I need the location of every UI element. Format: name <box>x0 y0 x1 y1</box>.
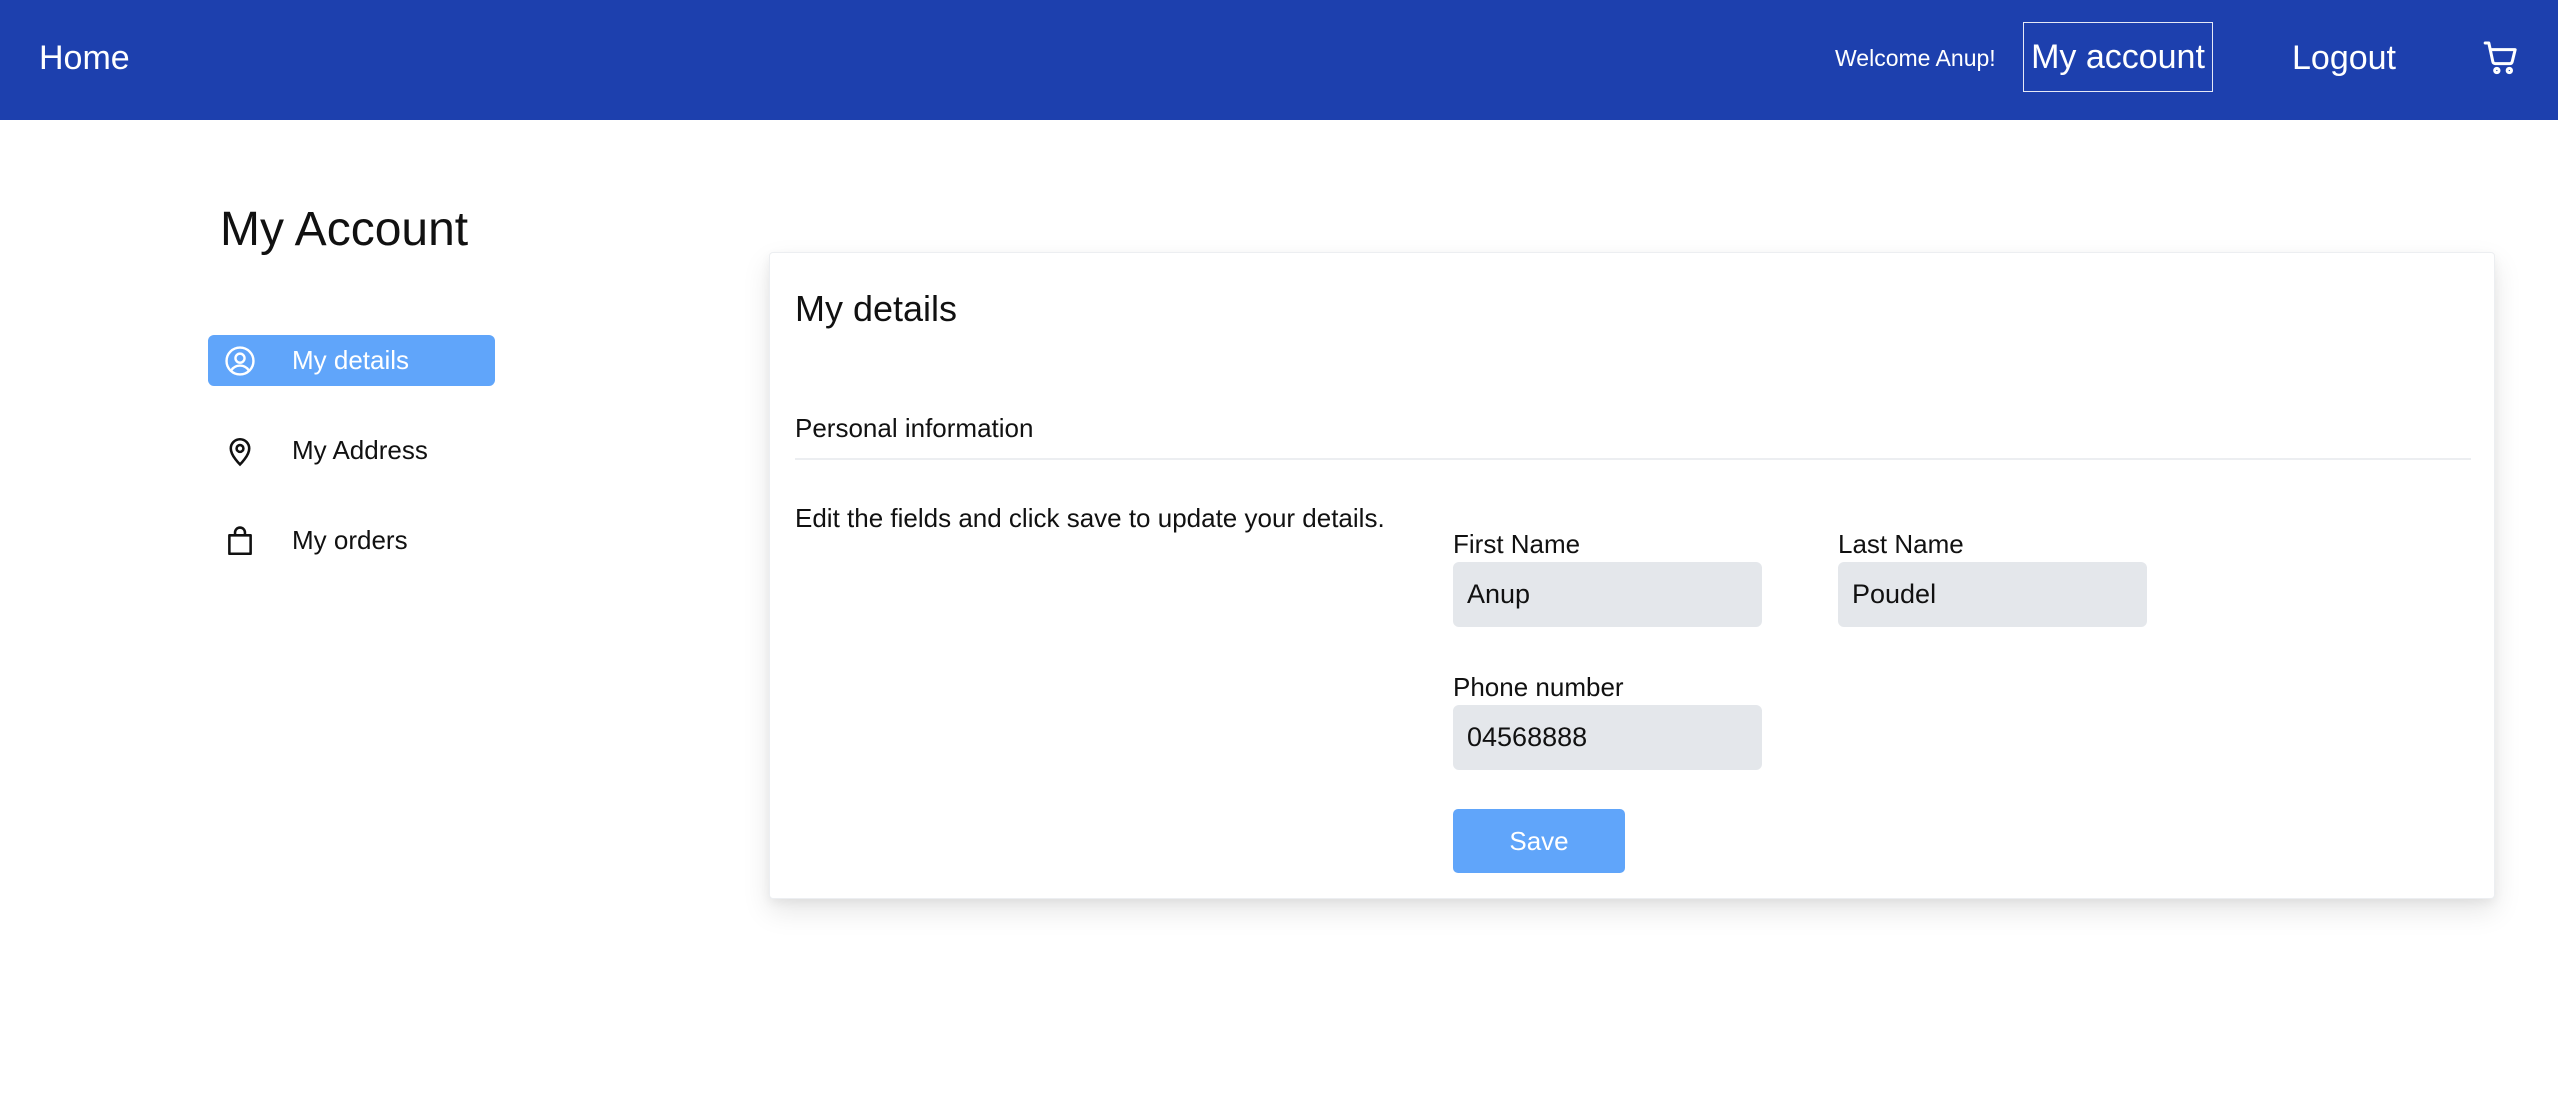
first-name-label: First Name <box>1453 529 1581 559</box>
save-button[interactable]: Save <box>1453 809 1625 873</box>
first-name-input[interactable] <box>1453 562 1762 627</box>
card-title: My details <box>795 288 958 329</box>
sidebar-item-my-address[interactable]: My Address <box>208 425 495 476</box>
welcome-text: Welcome Anup! <box>1835 45 1996 71</box>
sidebar-item-my-details[interactable]: My details <box>208 335 495 386</box>
phone-number-label: Phone number <box>1453 672 1624 702</box>
home-link[interactable]: Home <box>39 36 130 80</box>
logout-link[interactable]: Logout <box>2292 36 2396 80</box>
sidebar-item-my-orders[interactable]: My orders <box>208 515 495 566</box>
last-name-label: Last Name <box>1838 529 1964 559</box>
section-label: Personal information <box>795 413 1034 443</box>
user-circle-icon <box>222 343 258 379</box>
my-details-card: My details Personal information Edit the… <box>769 252 2495 899</box>
sidebar-item-label: My details <box>292 345 410 375</box>
section-divider <box>795 458 2471 460</box>
my-account-link[interactable]: My account <box>2023 22 2213 92</box>
sidebar-item-label: My Address <box>292 435 428 465</box>
last-name-input[interactable] <box>1838 562 2147 627</box>
edit-hint-text: Edit the fields and click save to update… <box>795 503 1385 533</box>
shopping-bag-icon <box>222 523 258 559</box>
phone-number-input[interactable] <box>1453 705 1762 770</box>
top-navbar: Home Welcome Anup! My account Logout <box>0 0 2558 120</box>
sidebar-item-label: My orders <box>292 525 408 555</box>
page-title: My Account <box>220 203 469 256</box>
cart-icon[interactable] <box>2481 38 2521 78</box>
map-pin-icon <box>222 433 258 469</box>
